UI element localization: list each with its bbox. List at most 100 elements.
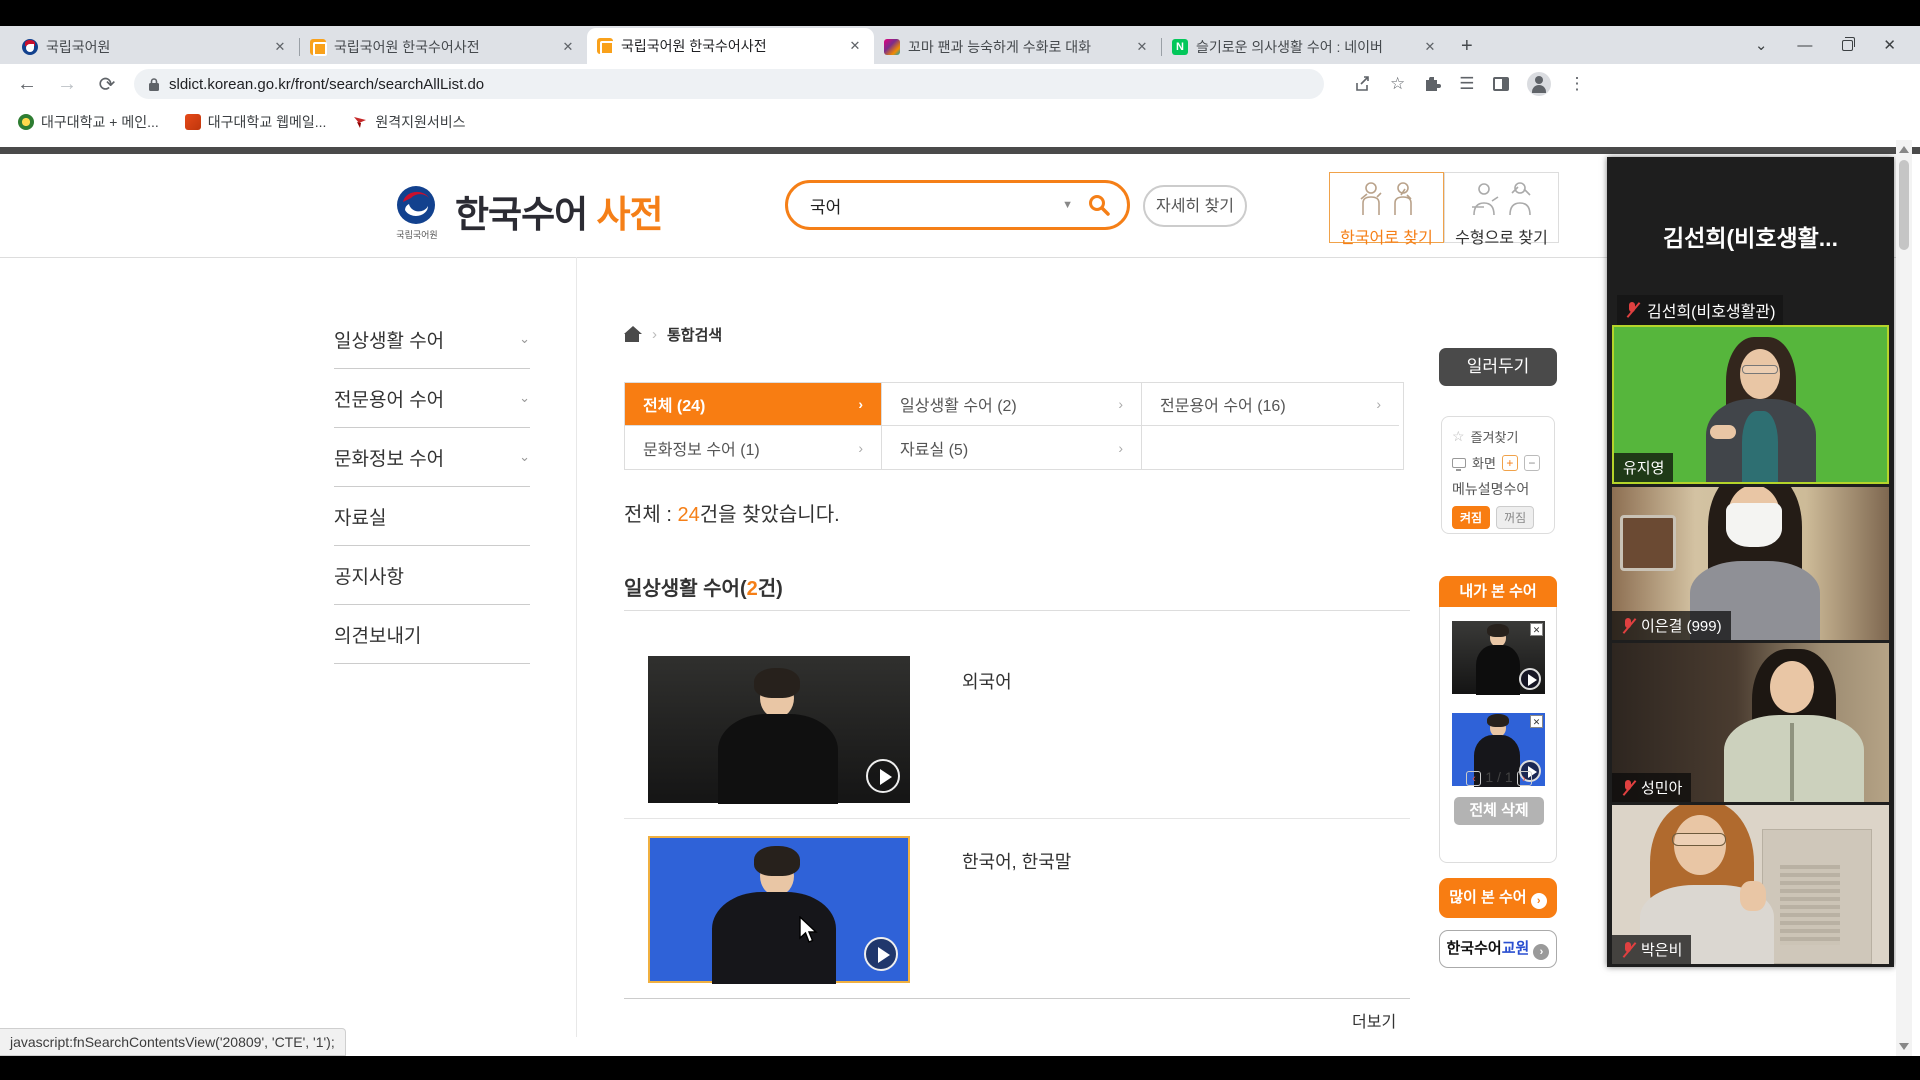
- result-title-foreign-language[interactable]: 외국어: [962, 668, 1012, 694]
- dropdown-caret-icon[interactable]: ▼: [1062, 199, 1073, 211]
- participant-video-seongmina[interactable]: 성민아: [1612, 643, 1889, 802]
- bookmark-label: 원격지원서비스: [375, 112, 465, 132]
- tab-close-icon[interactable]: ✕: [1421, 39, 1439, 55]
- tab-jtbc[interactable]: 꼬마 팬과 능숙하게 수화로 대화 ✕: [874, 30, 1161, 64]
- find-by-korean-button[interactable]: 한국어로 찾기: [1329, 172, 1444, 243]
- participant-video-yujiyoung[interactable]: 유지영: [1612, 325, 1889, 484]
- participant-name-label: 이은결 (999): [1612, 611, 1731, 640]
- section-suffix: 건): [758, 578, 783, 600]
- popular-signs-button[interactable]: 많이 본 수어 ›: [1439, 878, 1557, 918]
- star-icon: ☆: [1452, 428, 1465, 445]
- minimize-button[interactable]: —: [1797, 37, 1812, 54]
- guide-button[interactable]: 일러두기: [1439, 348, 1557, 386]
- nav-archive[interactable]: 자료실: [334, 487, 530, 546]
- nikl-favicon-icon: [22, 39, 38, 55]
- tab-archive[interactable]: 자료실 (5)›: [882, 426, 1142, 469]
- bookmark-daegu-main[interactable]: 대구대학교 + 메인...: [18, 112, 159, 132]
- nav-label: 자료실: [334, 503, 386, 530]
- tab-close-icon[interactable]: ✕: [846, 38, 864, 54]
- tab-sldict-1[interactable]: 국립국어원 한국수어사전 ✕: [300, 30, 587, 64]
- logo-main: 한국수어: [455, 194, 587, 235]
- back-icon[interactable]: ←: [14, 73, 40, 96]
- play-icon[interactable]: [866, 759, 900, 793]
- nav-terminology-sign[interactable]: 전문용어 수어⌄: [334, 369, 530, 428]
- participant-name: 이은결 (999): [1641, 615, 1722, 636]
- meeting-panel: 김선희(비호생활... 김선희(비호생활관) 유지영 이은결 (999): [1607, 157, 1894, 967]
- bookmark-star-icon[interactable]: ☆: [1390, 74, 1405, 94]
- tab-nikl[interactable]: 국립국어원 ✕: [12, 30, 299, 64]
- search-box[interactable]: 국어 ▼: [785, 180, 1130, 230]
- participant-name-label: 성민아: [1612, 773, 1691, 802]
- nav-feedback[interactable]: 의견보내기: [334, 605, 530, 664]
- my-sign-thumbnail[interactable]: ✕: [1452, 621, 1545, 694]
- breadcrumb-current: 통합검색: [667, 324, 722, 345]
- tab-sldict-2-active[interactable]: 국립국어원 한국수어사전 ✕: [587, 28, 874, 64]
- toggle-on-button[interactable]: 켜짐: [1452, 506, 1490, 529]
- edu-label-blue: 교원: [1502, 940, 1530, 957]
- play-icon[interactable]: [864, 937, 898, 971]
- address-bar[interactable]: sldict.korean.go.kr/front/search/searchA…: [134, 69, 1324, 99]
- tab-daily[interactable]: 일상생활 수어 (2)›: [882, 383, 1142, 426]
- favorite-row[interactable]: ☆즐겨찾기: [1452, 427, 1554, 446]
- nav-notice[interactable]: 공지사항: [334, 546, 530, 605]
- arrow-icon: ›: [1118, 396, 1123, 412]
- participant-name: 유지영: [1623, 457, 1664, 478]
- sign-teacher-button[interactable]: 한국수어교원 ›: [1439, 930, 1557, 968]
- side-panel-icon[interactable]: [1493, 77, 1509, 91]
- site-logo[interactable]: 한국수어 사전: [455, 184, 663, 238]
- restore-button[interactable]: [1842, 40, 1853, 51]
- home-icon[interactable]: [624, 326, 642, 344]
- mic-muted-icon: [1621, 779, 1635, 797]
- scrollbar[interactable]: [1896, 140, 1912, 1056]
- zoom-in-button[interactable]: +: [1502, 455, 1518, 471]
- arrow-icon: ›: [1118, 440, 1123, 456]
- pager-prev-button[interactable]: ‹: [1466, 771, 1481, 786]
- scroll-up-icon[interactable]: [1899, 146, 1909, 153]
- participant-video-leeeungyeol[interactable]: 이은결 (999): [1612, 487, 1889, 640]
- more-link[interactable]: 더보기: [1352, 1008, 1396, 1032]
- tab-close-icon[interactable]: ✕: [1133, 39, 1151, 55]
- tab-all[interactable]: 전체 (24)›: [625, 383, 882, 426]
- zoom-out-button[interactable]: −: [1524, 455, 1540, 471]
- nav-culture-sign[interactable]: 문화정보 수어⌄: [334, 428, 530, 487]
- tab-close-icon[interactable]: ✕: [559, 39, 577, 55]
- delete-all-button[interactable]: 전체 삭제: [1454, 797, 1544, 825]
- scroll-down-icon[interactable]: [1899, 1043, 1909, 1050]
- participant-name-label: 유지영: [1614, 453, 1673, 482]
- search-icon[interactable]: [1087, 193, 1111, 217]
- nav-daily-sign[interactable]: 일상생활 수어⌄: [334, 310, 530, 369]
- find-by-handshape-button[interactable]: 수형으로 찾기: [1444, 172, 1559, 243]
- extensions-icon[interactable]: [1423, 75, 1441, 93]
- tab-close-icon[interactable]: ✕: [271, 39, 289, 55]
- screen-label: 화면: [1472, 453, 1496, 472]
- nav-label: 공지사항: [334, 562, 404, 589]
- tab-naver[interactable]: 슬기로운 의사생활 수어 : 네이버 ✕: [1162, 30, 1449, 64]
- search-input[interactable]: 국어: [810, 193, 1062, 218]
- forward-icon[interactable]: →: [54, 73, 80, 96]
- close-button[interactable]: ✕: [1883, 36, 1896, 54]
- chevron-down-icon[interactable]: ⌄: [1755, 36, 1768, 54]
- result-video-thumbnail[interactable]: [648, 656, 910, 803]
- pager-next-button[interactable]: ›: [1517, 771, 1532, 786]
- kebab-menu-icon[interactable]: ⋮: [1569, 74, 1586, 94]
- profile-avatar[interactable]: [1527, 72, 1551, 96]
- tab-terminology[interactable]: 전문용어 수어 (16)›: [1142, 383, 1399, 426]
- tab-culture[interactable]: 문화정보 수어 (1)›: [625, 426, 882, 469]
- close-icon[interactable]: ✕: [1530, 715, 1543, 728]
- result-title-korean[interactable]: 한국어, 한국말: [962, 848, 1071, 874]
- play-icon[interactable]: [1519, 668, 1541, 690]
- toggle-off-button[interactable]: 꺼짐: [1496, 506, 1534, 529]
- share-icon[interactable]: [1354, 75, 1372, 93]
- scrollbar-thumb[interactable]: [1899, 160, 1909, 250]
- chevron-down-icon: ⌄: [519, 390, 530, 406]
- bookmark-remote-support[interactable]: 원격지원서비스: [352, 112, 465, 132]
- new-tab-button[interactable]: +: [1461, 35, 1473, 58]
- result-tabs: 전체 (24)› 일상생활 수어 (2)› 전문용어 수어 (16)› 문화정보…: [624, 382, 1404, 470]
- result-video-thumbnail-selected[interactable]: [648, 836, 910, 983]
- bookmark-daegu-webmail[interactable]: 대구대학교 웹메일...: [185, 112, 327, 132]
- detail-search-button[interactable]: 자세히 찾기: [1143, 185, 1247, 227]
- close-icon[interactable]: ✕: [1530, 623, 1543, 636]
- playlist-icon[interactable]: ☰: [1459, 74, 1474, 94]
- reload-icon[interactable]: ⟳: [94, 72, 120, 97]
- participant-video-bakeunbi[interactable]: 박은비: [1612, 805, 1889, 964]
